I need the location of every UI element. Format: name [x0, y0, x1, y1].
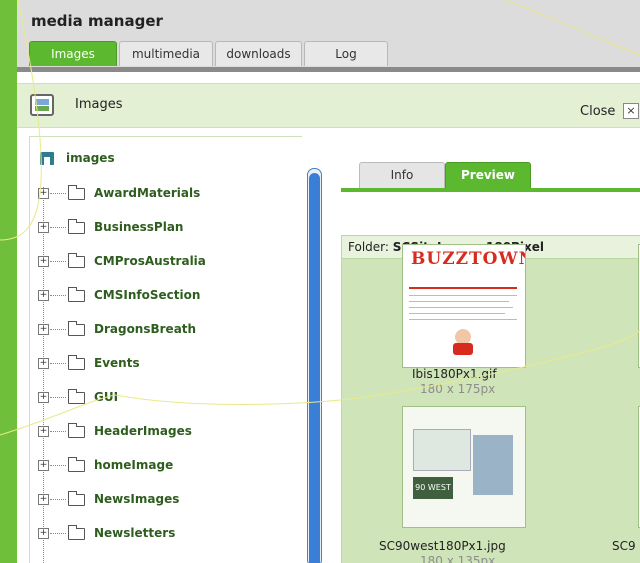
- image-icon: [30, 94, 54, 116]
- tree-item-label: GUI: [94, 390, 119, 404]
- thumbnail-size: 180 x 175px: [420, 382, 496, 396]
- tree-item-label: DragonsBreath: [94, 322, 197, 336]
- folder-icon: [68, 389, 85, 404]
- tree-item-events[interactable]: + Events: [38, 355, 288, 373]
- buzztown-logo: BUZZTOWN: [411, 249, 526, 269]
- art-photo: [473, 435, 513, 495]
- tree-item-newsimages[interactable]: + NewsImages: [38, 491, 288, 509]
- tab-info[interactable]: Info: [359, 162, 445, 188]
- tree-item-label: Events: [94, 356, 140, 370]
- folder-icon: [68, 355, 85, 370]
- tree-dots: [50, 193, 66, 194]
- tree-dots: [50, 431, 66, 432]
- preview-area: Folder: SCSiteImages180Pixel BUZZTOWN Ib…: [341, 235, 640, 563]
- expand-icon[interactable]: +: [38, 392, 49, 403]
- tree-item-cmprosaustralia[interactable]: + CMProsAustralia: [38, 253, 288, 271]
- folder-label: Folder:: [348, 240, 389, 254]
- home-icon: [40, 152, 54, 165]
- media-manager-window: media manager Images multimedia download…: [17, 0, 640, 563]
- tree-item-label: Newsletters: [94, 526, 176, 540]
- art-line: [409, 287, 517, 289]
- toolbar-title: Images: [75, 97, 123, 112]
- art-line: [409, 307, 513, 308]
- tree-dots: [50, 295, 66, 296]
- tree-item-headerimages[interactable]: + HeaderImages: [38, 423, 288, 441]
- tree-dots: [50, 363, 66, 364]
- tree-item-newsletters[interactable]: + Newsletters: [38, 525, 288, 543]
- expand-icon[interactable]: +: [38, 188, 49, 199]
- tree-dots: [50, 329, 66, 330]
- folder-icon: [68, 321, 85, 336]
- expand-icon[interactable]: +: [38, 494, 49, 505]
- tab-multimedia[interactable]: multimedia: [119, 41, 213, 66]
- thumbnail-name: SC90west180Px1.jpg: [379, 539, 506, 553]
- tab-preview[interactable]: Preview: [445, 162, 531, 188]
- cartoon-kid-shirt: [453, 343, 473, 355]
- thumbnail-name: SC9: [612, 539, 636, 553]
- expand-icon[interactable]: +: [38, 290, 49, 301]
- folder-icon: [68, 253, 85, 268]
- panel-tab-divider: [341, 188, 640, 192]
- thumbnail-ibis[interactable]: BUZZTOWN Ibis180Px1.gif 180 x 175px: [402, 244, 526, 396]
- tree-item-businessplan[interactable]: + BusinessPlan: [38, 219, 288, 237]
- tree-dots: [50, 261, 66, 262]
- tree-item-label: CMProsAustralia: [94, 254, 206, 268]
- tree-scrollbar[interactable]: [307, 168, 322, 563]
- tree-dots: [50, 499, 66, 500]
- close-label[interactable]: Close: [580, 104, 615, 119]
- tree-item-homeimage[interactable]: + homeImage: [38, 457, 288, 475]
- tree-item-label: homeImage: [94, 458, 174, 472]
- folder-icon: [68, 423, 85, 438]
- tree-dots: [50, 533, 66, 534]
- tab-log[interactable]: Log: [304, 41, 388, 66]
- tree-dots: [50, 465, 66, 466]
- expand-icon[interactable]: +: [38, 528, 49, 539]
- tree-item-gui[interactable]: + GUI: [38, 389, 288, 407]
- thumbnail-image[interactable]: 90 WEST: [402, 406, 526, 528]
- art-panel: [413, 429, 471, 471]
- close-icon[interactable]: ×: [623, 103, 639, 119]
- tree-item-dragonsbreath[interactable]: + DragonsBreath: [38, 321, 288, 339]
- folder-icon: [68, 287, 85, 302]
- 90west-logo: 90 WEST: [413, 477, 453, 499]
- folder-icon: [68, 185, 85, 200]
- tree-item-label: BusinessPlan: [94, 220, 184, 234]
- tab-images[interactable]: Images: [29, 41, 117, 66]
- art-line: [409, 295, 517, 296]
- titlebar: media manager Images multimedia download…: [17, 0, 640, 72]
- expand-icon[interactable]: +: [38, 256, 49, 267]
- folder-icon: [68, 219, 85, 234]
- tree-item-cmsinfosection[interactable]: + CMSInfoSection: [38, 287, 288, 305]
- folder-tree: images + AwardMaterials + BusinessPlan +…: [29, 136, 302, 563]
- expand-icon[interactable]: +: [38, 222, 49, 233]
- tree-item-awardmaterials[interactable]: + AwardMaterials: [38, 185, 288, 203]
- tab-downloads[interactable]: downloads: [215, 41, 302, 66]
- folder-icon: [68, 525, 85, 540]
- expand-icon[interactable]: +: [38, 460, 49, 471]
- tree-item-label: HeaderImages: [94, 424, 192, 438]
- thumbnail-size: 180 x 135px: [420, 554, 496, 563]
- art-line: [409, 301, 509, 302]
- art-line: [409, 313, 505, 314]
- tree-dots: [50, 227, 66, 228]
- app-title: media manager: [31, 12, 163, 30]
- toolbar: Images Close ×: [17, 83, 640, 128]
- thumbnail-image[interactable]: BUZZTOWN: [402, 244, 526, 368]
- thumbnail-partial-bottom[interactable]: SC9: [612, 406, 640, 563]
- expand-icon[interactable]: +: [38, 358, 49, 369]
- tree-item-label: AwardMaterials: [94, 186, 201, 200]
- art-line: [409, 319, 517, 320]
- tab-divider: [17, 67, 640, 72]
- expand-icon[interactable]: +: [38, 426, 49, 437]
- thumbnail-sc90west[interactable]: 90 WEST SC90west180Px1.jpg 180 x 135px: [379, 406, 526, 563]
- tree-item-label: NewsImages: [94, 492, 180, 506]
- thumbnail-name: Ibis180Px1.gif: [412, 367, 497, 381]
- scrollbar-thumb[interactable]: [309, 173, 320, 563]
- tree-root-label: images: [66, 151, 115, 165]
- expand-icon[interactable]: +: [38, 324, 49, 335]
- folder-icon: [68, 491, 85, 506]
- folder-icon: [68, 457, 85, 472]
- tree-dots: [50, 397, 66, 398]
- tree-item-label: CMSInfoSection: [94, 288, 201, 302]
